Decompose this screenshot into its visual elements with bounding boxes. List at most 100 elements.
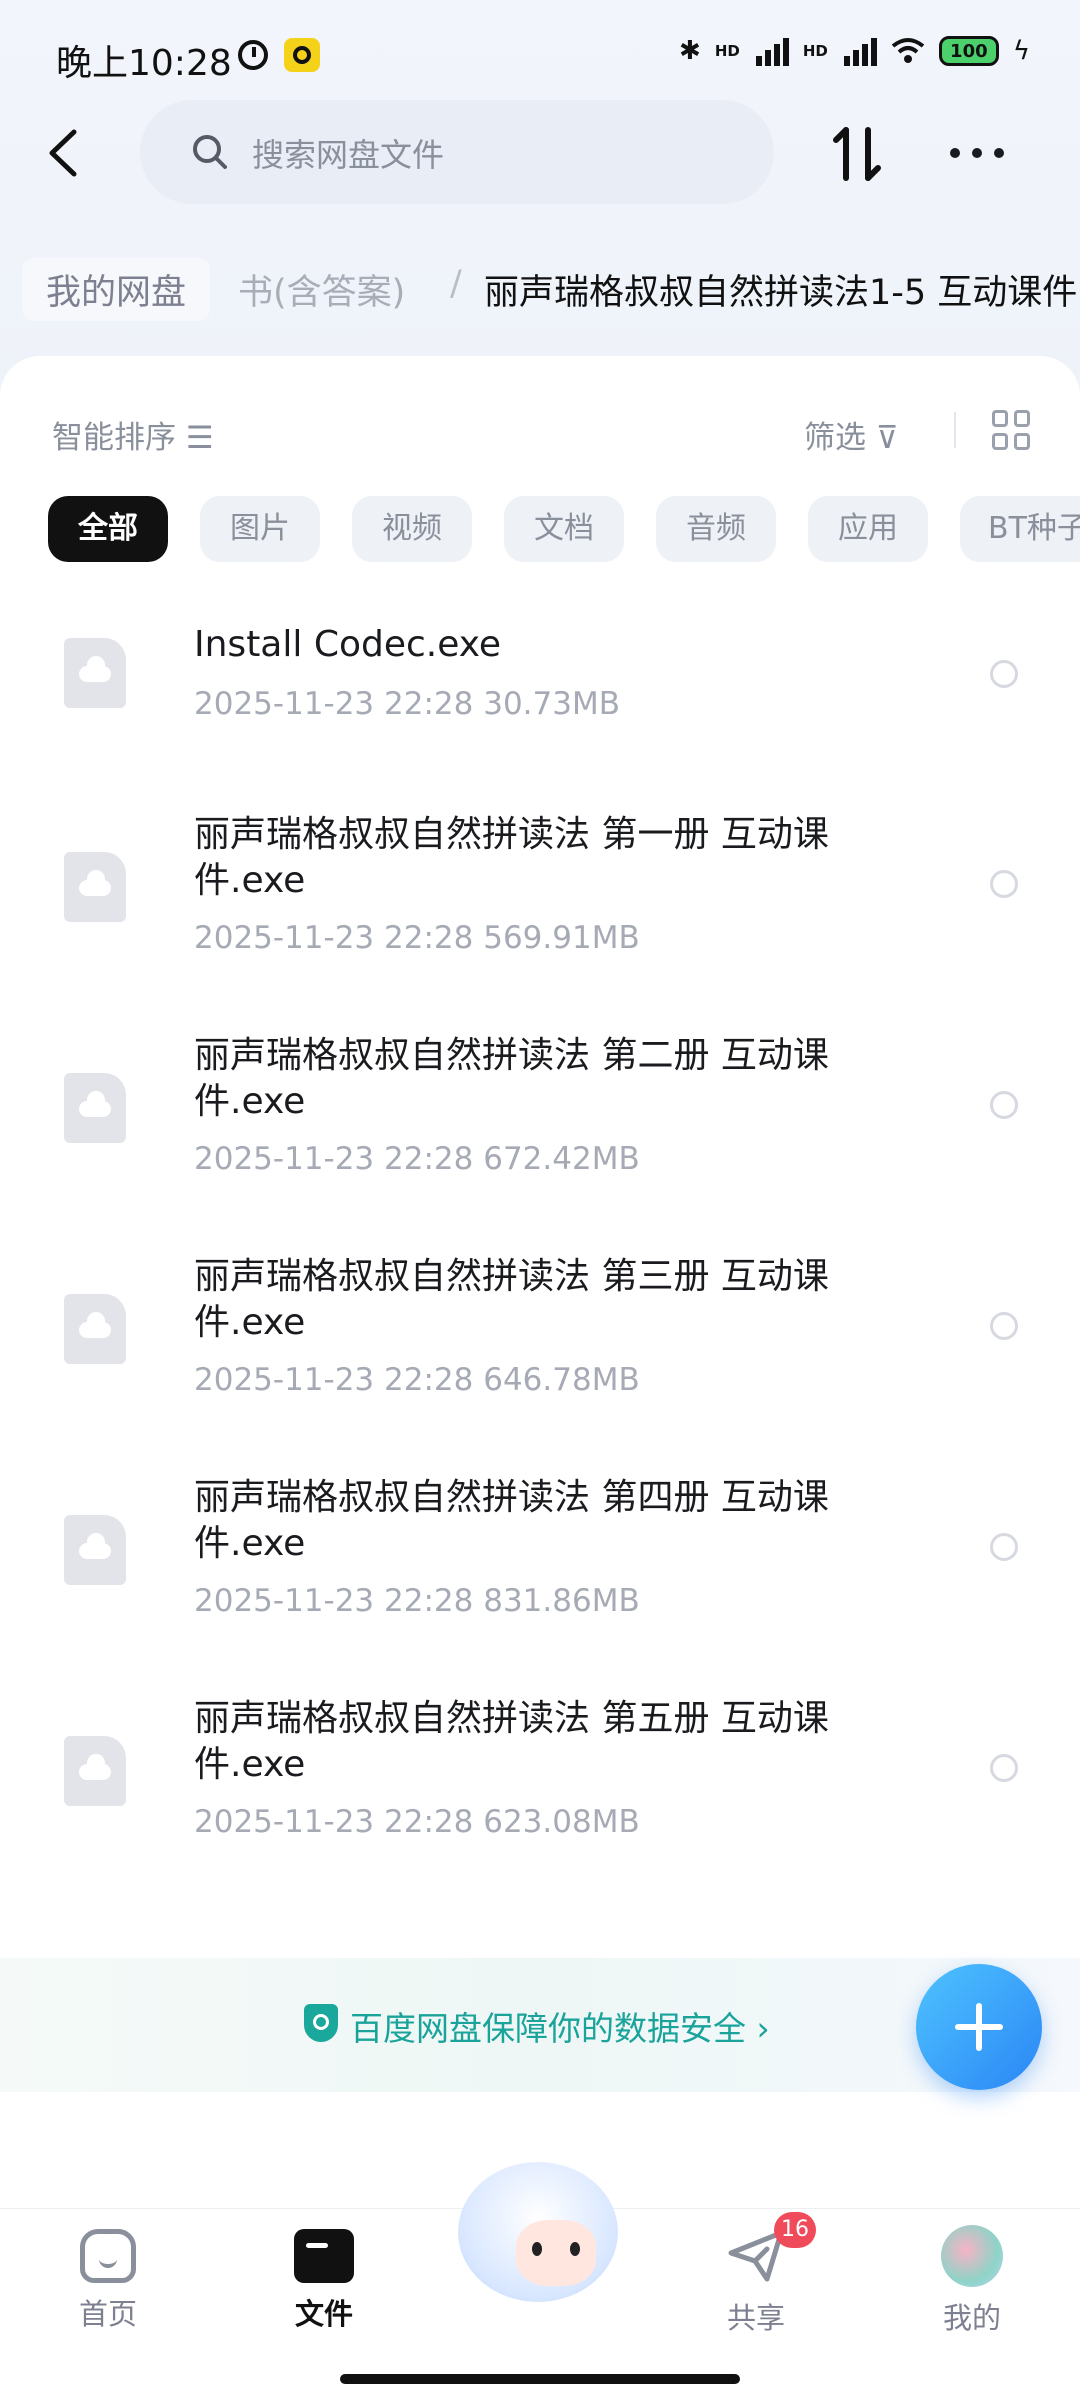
battery-icon: 100 xyxy=(938,36,999,66)
tab-audio[interactable]: 音频 xyxy=(656,496,776,562)
breadcrumb-item-current: 丽声瑞格叔叔自然拼读法1-5 互动课件 xyxy=(484,273,1078,313)
breadcrumb-item-parent[interactable]: 书(含答案) xyxy=(238,264,405,315)
wifi-icon xyxy=(891,38,925,63)
select-radio[interactable] xyxy=(990,1312,1018,1340)
app-notification-icon xyxy=(284,38,320,72)
alarm-icon xyxy=(238,40,268,70)
nav-label-home: 首页 xyxy=(78,2297,137,2331)
select-radio[interactable] xyxy=(990,660,1018,688)
tab-all[interactable]: 全部 xyxy=(48,496,168,562)
nav-item-files[interactable]: 文件 xyxy=(254,2229,394,2333)
nav-item-mine[interactable]: 我的 xyxy=(902,2225,1042,2337)
file-name: 丽声瑞格叔叔自然拼读法 第四册 互动课件.exe xyxy=(194,1477,829,1564)
search-input[interactable]: 搜索网盘文件 xyxy=(140,100,774,204)
file-icon xyxy=(64,638,126,708)
file-icon xyxy=(64,1736,126,1806)
hd-icon: HD xyxy=(714,42,740,60)
file-size: 623.08MB xyxy=(483,1804,640,1840)
file-size: 672.42MB xyxy=(483,1141,640,1177)
toolbar-divider xyxy=(954,412,956,448)
security-banner-text: 百度网盘保障你的数据安全 › xyxy=(350,2009,770,2048)
file-time: 22:28 xyxy=(384,686,474,722)
file-meta: 2025-11-23 22:28 623.08MB xyxy=(194,1804,640,1840)
tab-apps[interactable]: 应用 xyxy=(808,496,928,562)
select-radio[interactable] xyxy=(990,1533,1018,1561)
tab-bt-torrents[interactable]: BT种子 xyxy=(960,496,1080,562)
breadcrumb-separator: / xyxy=(450,264,462,304)
file-date: 2025-11-23 xyxy=(194,1141,375,1177)
tab-videos[interactable]: 视频 xyxy=(352,496,472,562)
file-row[interactable]: 丽声瑞格叔叔自然拼读法 第一册 互动课件.exe 2025-11-23 22:2… xyxy=(0,800,1080,980)
file-time: 22:28 xyxy=(384,1583,474,1619)
back-icon[interactable] xyxy=(44,128,84,178)
file-row[interactable]: 丽声瑞格叔叔自然拼读法 第三册 互动课件.exe 2025-11-23 22:2… xyxy=(0,1242,1080,1422)
search-icon xyxy=(193,135,227,169)
file-row[interactable]: Install Codec.exe 2025-11-23 22:28 30.73… xyxy=(0,596,1080,756)
file-meta: 2025-11-23 22:28 646.78MB xyxy=(194,1362,640,1398)
tab-images[interactable]: 图片 xyxy=(200,496,320,562)
hd-icon-2: HD xyxy=(802,42,828,60)
avatar xyxy=(941,2225,1003,2287)
status-bar: 晚上10:28 ✱ HD HD 100 ϟ xyxy=(0,0,1080,110)
status-time: 晚上10:28 xyxy=(56,43,232,84)
home-icon xyxy=(80,2229,136,2283)
charging-icon: ϟ xyxy=(1012,36,1030,66)
file-name: 丽声瑞格叔叔自然拼读法 第五册 互动课件.exe xyxy=(194,1698,829,1785)
file-time: 22:28 xyxy=(384,1804,474,1840)
breadcrumb: 书(含答案) 我的网盘 / 丽声瑞格叔叔自然拼读法1-5 互动课件 xyxy=(0,250,1080,330)
file-size: 569.91MB xyxy=(483,920,640,956)
tab-documents[interactable]: 文档 xyxy=(504,496,624,562)
signal-icon-2 xyxy=(843,36,877,66)
select-radio[interactable] xyxy=(990,870,1018,898)
bluetooth-icon: ✱ xyxy=(679,36,701,66)
mascot-assistant-button[interactable] xyxy=(440,2150,640,2320)
file-size: 30.73MB xyxy=(483,686,620,722)
file-row[interactable]: 丽声瑞格叔叔自然拼读法 第二册 互动课件.exe 2025-11-23 22:2… xyxy=(0,1021,1080,1201)
status-indicators: ✱ HD HD 100 ϟ xyxy=(679,36,1030,66)
smart-sort-button[interactable]: 智能排序 ☰ xyxy=(52,412,214,457)
select-radio[interactable] xyxy=(990,1091,1018,1119)
select-radio[interactable] xyxy=(990,1754,1018,1782)
file-name: 丽声瑞格叔叔自然拼读法 第二册 互动课件.exe xyxy=(194,1035,829,1122)
file-time: 22:28 xyxy=(384,920,474,956)
file-date: 2025-11-23 xyxy=(194,920,375,956)
more-icon[interactable] xyxy=(950,148,1004,158)
add-button[interactable] xyxy=(916,1964,1042,2090)
shield-icon xyxy=(304,2004,338,2042)
file-icon xyxy=(64,1515,126,1585)
file-meta: 2025-11-23 22:28 672.42MB xyxy=(194,1141,640,1177)
nav-item-home[interactable]: 首页 xyxy=(38,2229,178,2333)
file-time: 22:28 xyxy=(384,1362,474,1398)
nav-label-files: 文件 xyxy=(294,2297,353,2331)
nav-label-share: 共享 xyxy=(726,2301,785,2335)
file-name: 丽声瑞格叔叔自然拼读法 第一册 互动课件.exe xyxy=(194,814,829,901)
file-icon xyxy=(64,852,126,922)
mascot-icon xyxy=(458,2162,618,2302)
file-name: Install Codec.exe xyxy=(194,624,502,665)
file-time: 22:28 xyxy=(384,1141,474,1177)
file-meta: 2025-11-23 22:28 569.91MB xyxy=(194,920,640,956)
signal-icon xyxy=(755,36,789,66)
breadcrumb-item-home[interactable]: 我的网盘 xyxy=(22,258,211,321)
share-badge: 16 xyxy=(774,2212,816,2248)
file-size: 646.78MB xyxy=(483,1362,640,1398)
file-row[interactable]: 丽声瑞格叔叔自然拼读法 第五册 互动课件.exe 2025-11-23 22:2… xyxy=(0,1684,1080,1864)
filter-button[interactable]: 筛选 ⊽ xyxy=(804,412,899,457)
sort-toggle-icon[interactable] xyxy=(830,124,886,184)
file-size: 831.86MB xyxy=(483,1583,640,1619)
category-tabs: 全部 图片 视频 文档 音频 应用 BT种子 xyxy=(48,496,1080,562)
grid-view-icon[interactable] xyxy=(992,410,1032,450)
file-icon xyxy=(64,1073,126,1143)
file-name: 丽声瑞格叔叔自然拼读法 第三册 互动课件.exe xyxy=(194,1256,829,1343)
search-placeholder: 搜索网盘文件 xyxy=(252,136,445,174)
folder-icon xyxy=(294,2229,354,2283)
file-meta: 2025-11-23 22:28 30.73MB xyxy=(194,686,620,722)
file-row[interactable]: 丽声瑞格叔叔自然拼读法 第四册 互动课件.exe 2025-11-23 22:2… xyxy=(0,1463,1080,1643)
file-meta: 2025-11-23 22:28 831.86MB xyxy=(194,1583,640,1619)
file-date: 2025-11-23 xyxy=(194,1804,375,1840)
file-icon xyxy=(64,1294,126,1364)
home-indicator[interactable] xyxy=(340,2374,740,2384)
file-date: 2025-11-23 xyxy=(194,686,375,722)
file-date: 2025-11-23 xyxy=(194,1583,375,1619)
nav-label-mine: 我的 xyxy=(942,2301,1001,2335)
